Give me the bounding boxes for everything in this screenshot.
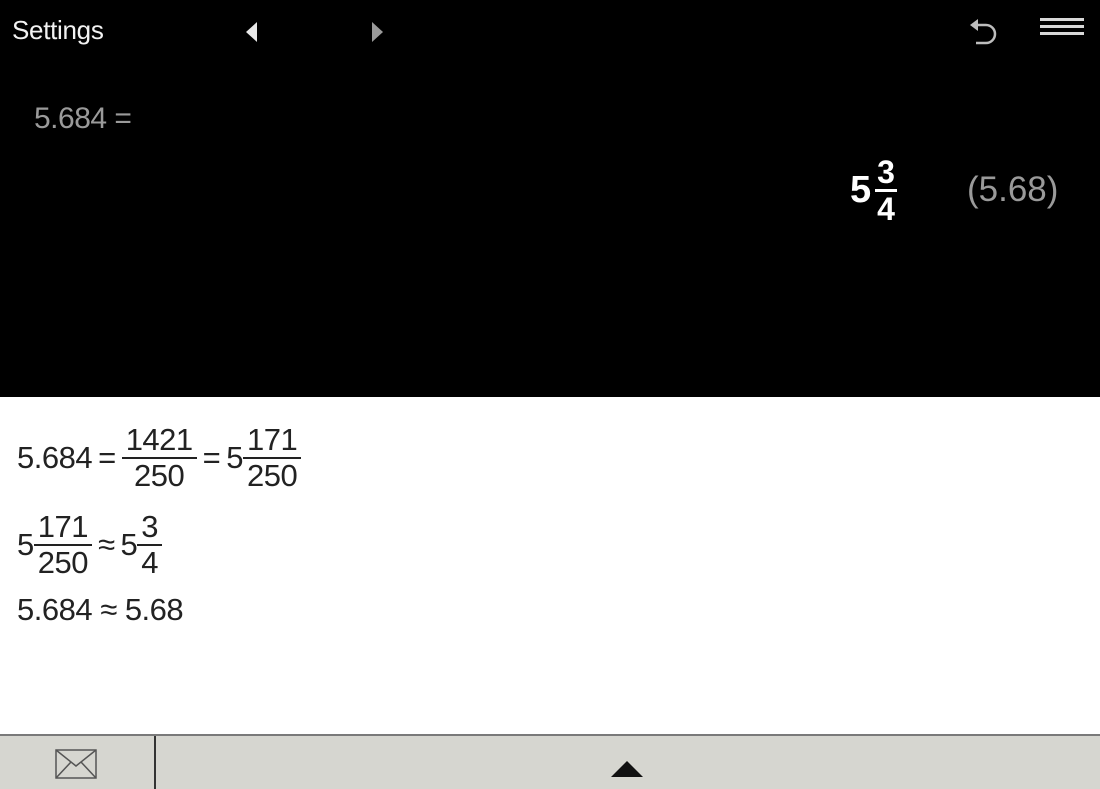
mixed-fraction: 171 250: [243, 423, 302, 493]
result-decimal: (5.68): [967, 170, 1059, 209]
mixed-fraction: 3 4: [137, 510, 162, 580]
mixed-whole: 5: [226, 440, 244, 475]
settings-button[interactable]: Settings: [12, 15, 104, 46]
triangle-left-icon[interactable]: [243, 20, 263, 44]
result-mixed-fraction: 5 3 4: [850, 150, 897, 230]
footer-bar: [0, 734, 1100, 789]
result-denominator: 4: [877, 190, 895, 227]
fraction-numerator: 171: [33, 510, 92, 546]
fraction-denominator: 4: [141, 545, 158, 580]
mail-icon[interactable]: [55, 749, 97, 779]
result-whole: 5: [850, 168, 872, 211]
fraction-denominator: 250: [247, 458, 298, 493]
equals-sign: =: [202, 440, 221, 475]
fraction-denominator: 250: [37, 545, 89, 580]
display-panel: Settings 5.684 = 5 3 4 (5.68): [0, 0, 1100, 397]
approx-sign: ≈: [97, 527, 115, 562]
step-line-2: 5 171 250 ≈ 5 3 4: [17, 502, 301, 588]
result-fraction: 3 4: [875, 155, 897, 226]
expand-up-icon[interactable]: [610, 758, 644, 778]
mixed-whole: 5: [17, 527, 34, 562]
triangle-right-icon[interactable]: [368, 20, 388, 44]
footer-divider: [154, 736, 156, 789]
fraction-denominator: 250: [134, 458, 185, 493]
step-line-1: 5.684 = 1421 250 = 5 171 250: [17, 418, 302, 498]
improper-fraction: 1421 250: [121, 423, 197, 493]
mixed-fraction: 171 250: [33, 510, 92, 580]
equals-sign: =: [98, 440, 116, 475]
steps-panel: 5.684 = 1421 250 = 5 171 250 5 171 250 ≈…: [17, 418, 302, 630]
fraction-numerator: 1421: [121, 423, 197, 459]
step-lhs: 5.684: [17, 440, 93, 475]
menu-icon[interactable]: [1040, 18, 1084, 40]
fraction-numerator: 171: [243, 423, 302, 459]
undo-icon[interactable]: [966, 17, 1000, 47]
fraction-numerator: 3: [137, 510, 162, 546]
result-numerator: 3: [875, 153, 897, 192]
step-line-3: 5.684 ≈ 5.68: [17, 592, 184, 627]
mixed-whole: 5: [120, 527, 138, 562]
input-expression: 5.684 =: [34, 102, 132, 135]
